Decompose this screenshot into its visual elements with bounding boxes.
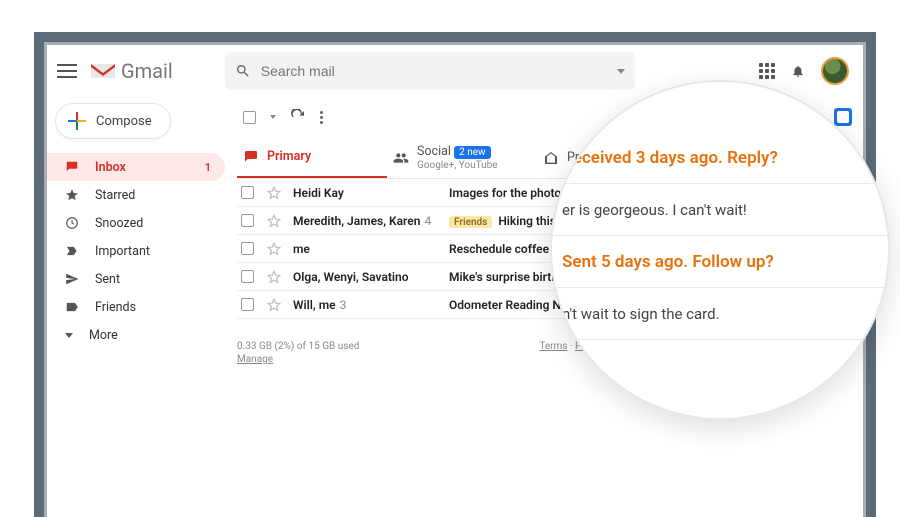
- search-options-caret-icon[interactable]: [617, 69, 625, 74]
- nav-label: More: [89, 328, 118, 343]
- star-icon[interactable]: [267, 270, 281, 284]
- star-icon[interactable]: [267, 242, 281, 256]
- nav-label: Inbox: [95, 160, 126, 175]
- email-from: Will, me3: [293, 298, 443, 312]
- search-icon: [235, 63, 251, 79]
- plus-icon: [68, 112, 86, 130]
- nudge-reply: Received 3 days ago. Reply?: [552, 132, 888, 184]
- brand-name: Gmail: [121, 59, 173, 83]
- zoom-snippet: n't wait to sign the card.: [552, 288, 888, 340]
- refresh-icon[interactable]: [290, 109, 306, 125]
- star-icon[interactable]: [267, 186, 281, 200]
- search-bar[interactable]: [225, 52, 635, 90]
- star-icon[interactable]: [267, 298, 281, 312]
- zoom-lens: Received 3 days ago. Reply? er is george…: [552, 82, 888, 418]
- clock-icon: [65, 216, 79, 230]
- tab-social-text: Social 2 new Google+, YouTube: [417, 145, 498, 171]
- sidebar: Compose Inbox 1 Starred Snoozed: [47, 97, 225, 517]
- row-checkbox[interactable]: [241, 242, 254, 255]
- email-from: Olga, Wenyi, Savatino: [293, 270, 443, 284]
- nav-count: 1: [205, 161, 211, 174]
- row-checkbox[interactable]: [241, 214, 254, 227]
- tab-label: Social: [417, 144, 451, 159]
- nav-starred[interactable]: Starred: [47, 181, 225, 209]
- nav-label: Snoozed: [95, 216, 143, 231]
- nav-friends[interactable]: Friends: [47, 293, 225, 321]
- inbox-icon: [65, 160, 79, 174]
- email-from: Meredith, James, Karen4: [293, 214, 443, 228]
- star-icon: [65, 188, 79, 202]
- row-checkbox[interactable]: [241, 270, 254, 283]
- social-icon: [393, 150, 409, 166]
- label-icon: [65, 300, 79, 314]
- important-icon: [65, 244, 79, 258]
- email-from: me: [293, 242, 443, 256]
- tab-primary[interactable]: Primary: [237, 137, 387, 178]
- notifications-icon[interactable]: [791, 64, 805, 78]
- tab-sub: Google+, YouTube: [417, 160, 498, 171]
- account-avatar[interactable]: [821, 57, 849, 85]
- header-right: [759, 57, 849, 85]
- new-badge: 2 new: [454, 146, 490, 159]
- primary-icon: [243, 149, 259, 165]
- select-all-checkbox[interactable]: [243, 111, 256, 124]
- row-checkbox[interactable]: [241, 298, 254, 311]
- manage-link[interactable]: Manage: [237, 354, 359, 365]
- row-checkbox[interactable]: [241, 186, 254, 199]
- compose-button[interactable]: Compose: [55, 103, 171, 139]
- nudge-followup: Sent 5 days ago. Follow up?: [552, 236, 888, 288]
- nav-list: Inbox 1 Starred Snoozed Important: [47, 153, 225, 349]
- star-icon[interactable]: [267, 214, 281, 228]
- nav-snoozed[interactable]: Snoozed: [47, 209, 225, 237]
- label-chip[interactable]: Friends: [449, 216, 492, 228]
- storage-text: 0.33 GB (2%) of 15 GB used: [237, 341, 359, 352]
- search-input[interactable]: [261, 63, 617, 79]
- more-actions-icon[interactable]: [320, 111, 323, 124]
- select-menu-caret-icon[interactable]: [270, 115, 276, 119]
- zoom-snippet: er is georgeous. I can't wait!: [552, 184, 888, 236]
- google-apps-icon[interactable]: [759, 63, 775, 79]
- nav-label: Friends: [95, 300, 136, 315]
- terms-link[interactable]: Terms: [539, 341, 567, 352]
- menu-icon[interactable]: [57, 64, 77, 78]
- nav-important[interactable]: Important: [47, 237, 225, 265]
- nav-inbox[interactable]: Inbox 1: [47, 153, 225, 181]
- gmail-logo[interactable]: Gmail: [91, 59, 173, 83]
- compose-label: Compose: [96, 114, 152, 129]
- tab-label: Primary: [267, 149, 311, 164]
- sent-icon: [65, 272, 79, 286]
- email-from: Heidi Kay: [293, 186, 443, 200]
- chevron-down-icon: [65, 333, 73, 338]
- nav-label: Starred: [95, 188, 135, 203]
- tab-social[interactable]: Social 2 new Google+, YouTube: [387, 137, 537, 178]
- nav-sent[interactable]: Sent: [47, 265, 225, 293]
- nav-label: Important: [95, 244, 150, 259]
- nav-label: Sent: [95, 272, 120, 287]
- nav-more[interactable]: More: [47, 321, 225, 349]
- gmail-mark-icon: [91, 62, 115, 80]
